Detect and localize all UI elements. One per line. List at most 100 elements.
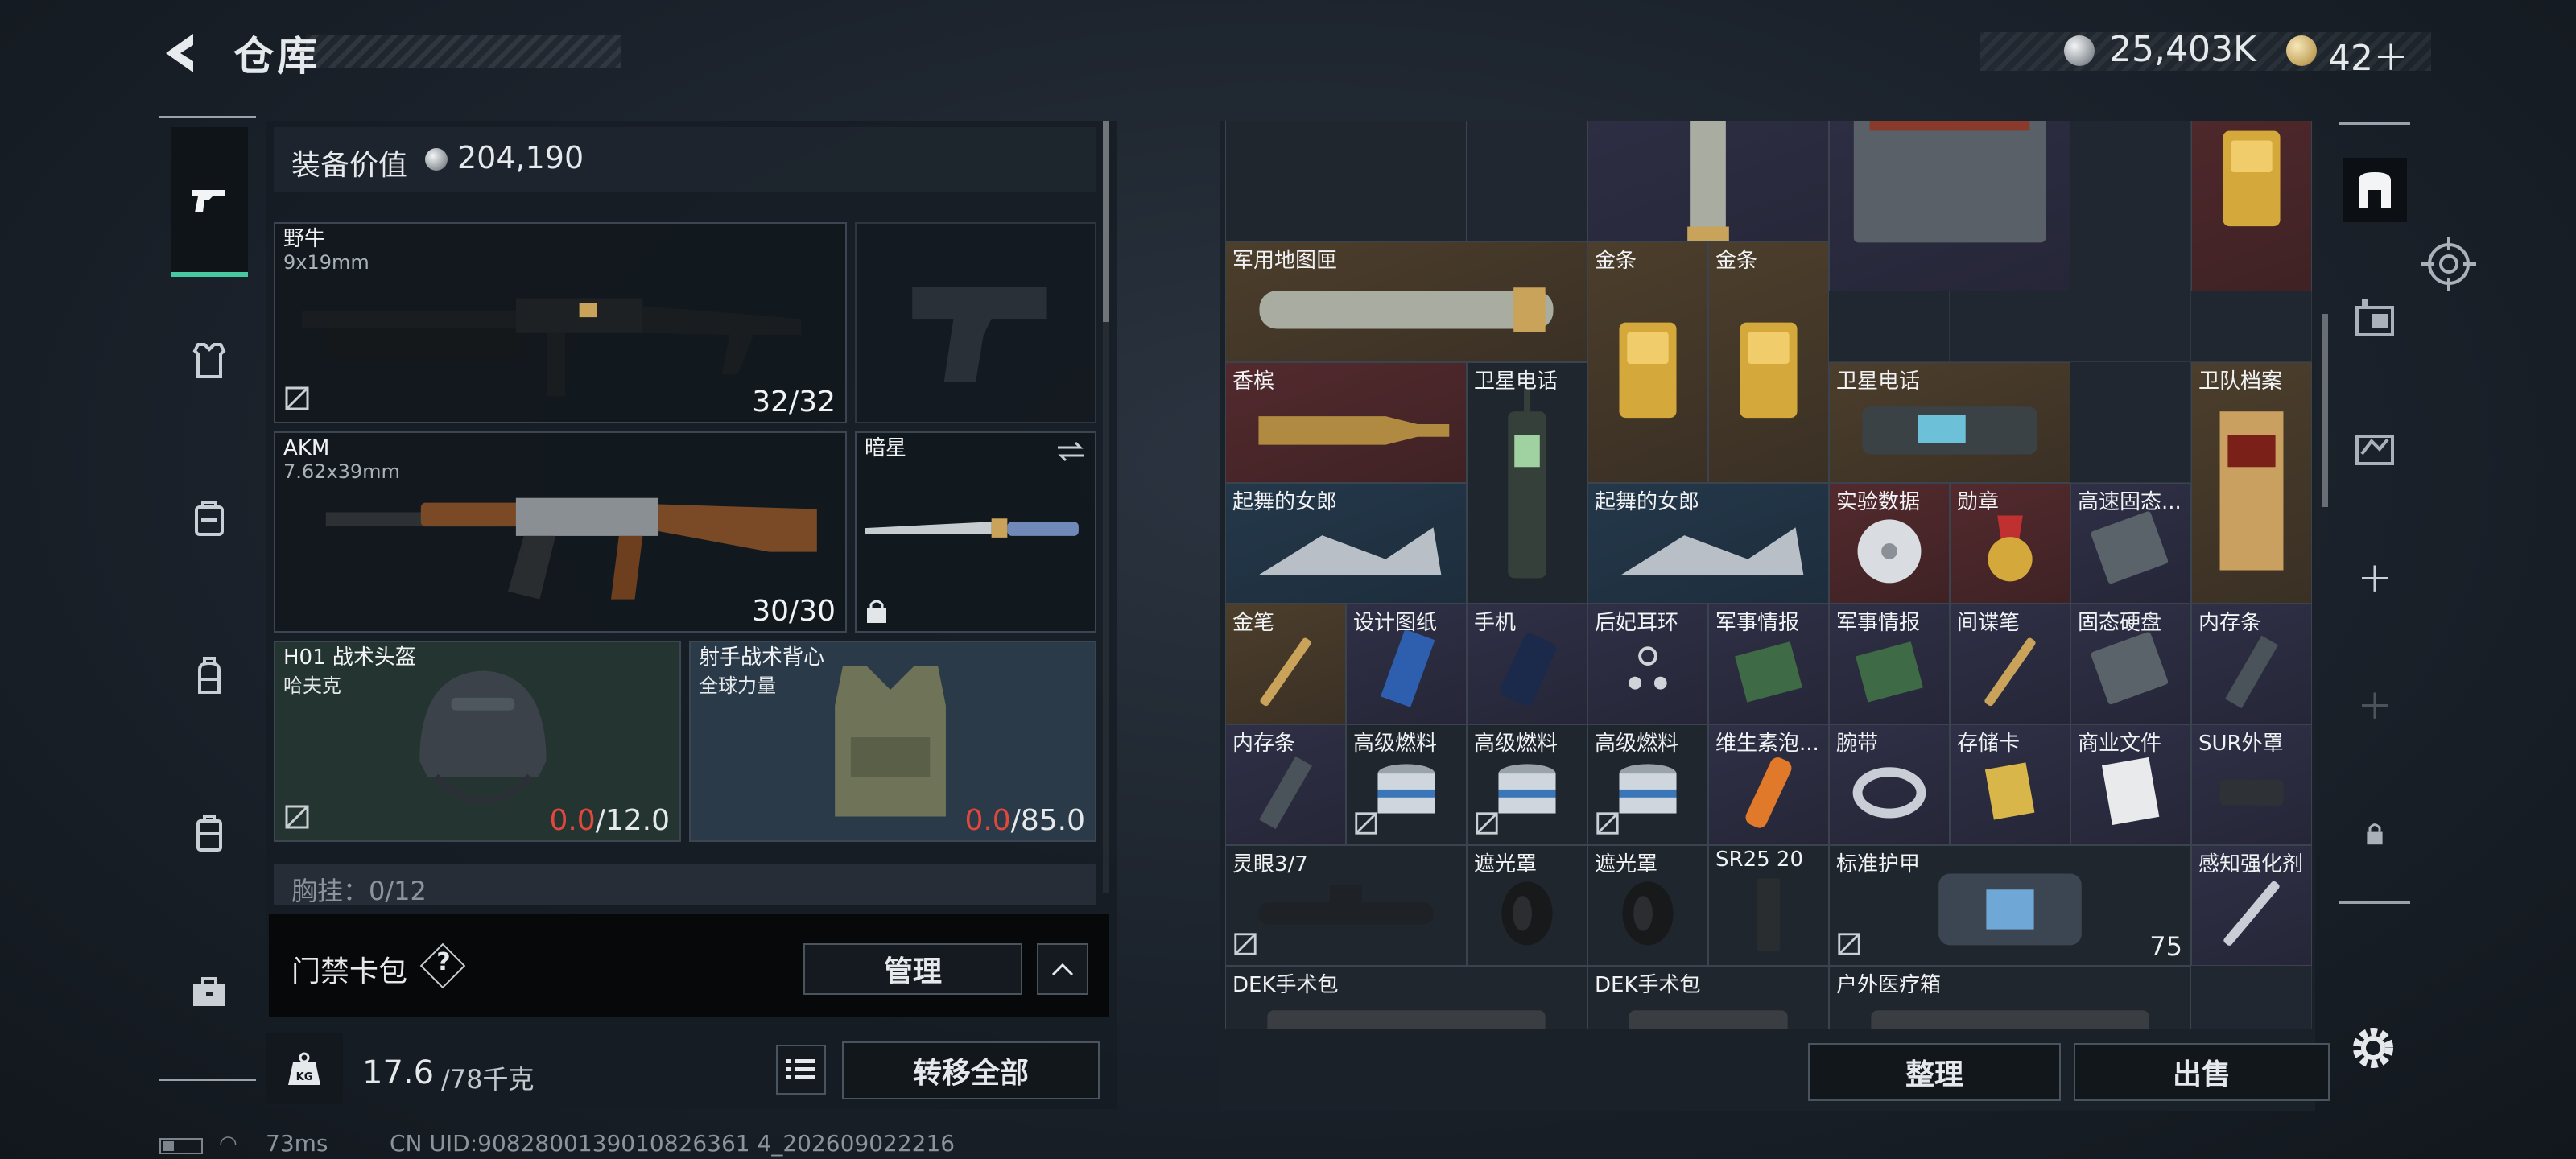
user-uid: CN UID:9082800139010826361 4_20260902221…: [390, 1130, 956, 1157]
stash-item[interactable]: 户外医疗箱: [1829, 966, 2191, 1029]
primary-weapon-slot[interactable]: 野牛 9x19mm 32/32: [274, 222, 847, 423]
stash-item[interactable]: 金条: [2191, 121, 2312, 291]
pistol-slot[interactable]: [855, 222, 1096, 423]
item-name: 军事情报: [1836, 611, 1921, 635]
stash-item[interactable]: 金条: [1587, 241, 1708, 483]
stash-item[interactable]: 卫队档案: [2191, 362, 2312, 604]
stash-item[interactable]: 勋章: [1950, 483, 2070, 604]
rig-icon: [195, 501, 224, 536]
stash-item[interactable]: 起舞的女郎: [1587, 483, 1829, 604]
item-name: 灵眼3/7: [1232, 852, 1308, 876]
helmet-slot[interactable]: H01 战术头盔 哈夫克 0.0/12.0: [274, 641, 681, 842]
stash-tab-all[interactable]: [2343, 158, 2407, 222]
item-name: 起舞的女郎: [1232, 490, 1338, 514]
stash-item[interactable]: 存储卡: [1950, 724, 2070, 845]
stash-item[interactable]: 实验数据: [1829, 483, 1950, 604]
item-name: 遮光罩: [1474, 852, 1538, 876]
locked-tab[interactable]: [2343, 802, 2407, 866]
item-name: 标准护甲: [1836, 852, 1921, 876]
nav-rig[interactable]: [171, 480, 248, 557]
stash-item[interactable]: 军事情报: [1708, 604, 1829, 724]
add-tab-button[interactable]: ＋: [2343, 544, 2407, 608]
stash-item[interactable]: 金条: [1708, 241, 1829, 483]
back-arrow-icon[interactable]: [158, 29, 206, 77]
stash-empty-cell[interactable]: [2191, 966, 2312, 1029]
manage-button[interactable]: 管理: [803, 943, 1022, 995]
vest-name: 射手战术背心: [699, 645, 825, 670]
backpack-icon: [198, 657, 221, 694]
stash-item[interactable]: 固态硬盘: [2070, 604, 2191, 724]
ticket-value[interactable]: 42＋: [2328, 29, 2409, 80]
secondary-weapon-slot[interactable]: AKM 7.62x39mm 30/30: [274, 431, 847, 633]
stash-item[interactable]: 高级燃料: [1346, 724, 1467, 845]
stash-item[interactable]: 高级燃料: [1467, 724, 1587, 845]
stash-item[interactable]: 香槟: [1225, 362, 1467, 483]
stash-nav-divider: [2339, 901, 2410, 904]
item-name: 起舞的女郎: [1595, 490, 1700, 514]
nav-armor[interactable]: [171, 322, 248, 399]
stash-item[interactable]: 卫星电话: [1467, 362, 1587, 604]
stash-item[interactable]: 灵眼3/7: [1225, 845, 1467, 966]
stash-item[interactable]: 腕带: [1829, 724, 1950, 845]
stash-item[interactable]: 内存条: [2191, 604, 2312, 724]
stash-item[interactable]: 军用地图匣: [1225, 241, 1587, 362]
ammo-type: 9x19mm: [283, 251, 369, 274]
stash-item[interactable]: 内存条: [1225, 724, 1346, 845]
loadout-scroll-thumb[interactable]: [1103, 121, 1109, 322]
stash-empty-cell[interactable]: [1467, 121, 1587, 241]
stash-empty-cell[interactable]: [2070, 362, 2191, 483]
stash-item[interactable]: 手机: [1467, 604, 1587, 724]
list-button[interactable]: [776, 1045, 826, 1095]
stash-item[interactable]: 金笔: [1225, 604, 1346, 724]
collapse-button[interactable]: [1037, 943, 1088, 995]
transfer-all-button[interactable]: 转移全部: [842, 1041, 1100, 1099]
sell-button[interactable]: 出售: [2074, 1043, 2330, 1101]
ammo-count: 30/30: [752, 595, 836, 628]
nav-backpack[interactable]: [171, 637, 248, 715]
stash-item[interactable]: 起舞的女郎: [1225, 483, 1467, 604]
item-name: DEK手术包: [1232, 973, 1339, 997]
stash-item[interactable]: 子弹零件中: [1829, 121, 2070, 291]
stash-item[interactable]: 遮光罩: [1587, 845, 1708, 966]
stash-empty-cell[interactable]: [2070, 121, 2191, 241]
stash-empty-cell[interactable]: [2070, 241, 2191, 362]
nav-weapons[interactable]: [171, 127, 248, 277]
stash-item[interactable]: 高级燃料: [1587, 724, 1708, 845]
target-icon[interactable]: [2418, 233, 2479, 295]
stash-item[interactable]: 间谍笔: [1950, 604, 2070, 724]
stash-item[interactable]: 军事情报: [1829, 604, 1950, 724]
vest-slot[interactable]: 射手战术背心 全球力量 0.0/85.0: [689, 641, 1096, 842]
stash-item[interactable]: DEK手术包: [1587, 966, 1829, 1029]
stash-tab-2[interactable]: [2343, 285, 2407, 349]
stash-item[interactable]: DEK手术包: [1225, 966, 1587, 1029]
title-decoration: [306, 35, 621, 68]
settings-icon[interactable]: [2346, 1021, 2401, 1075]
stash-item[interactable]: 设计图纸: [1346, 604, 1467, 724]
case-icon: [196, 815, 222, 852]
stash-item[interactable]: SR25 20: [1708, 845, 1829, 966]
sort-button[interactable]: 整理: [1808, 1043, 2061, 1101]
stash-item[interactable]: 后妃耳环: [1587, 604, 1708, 724]
item-name: 卫星电话: [1474, 369, 1558, 394]
weight-icon-box: KG: [266, 1033, 343, 1104]
stash-scrollbar[interactable]: [2322, 314, 2328, 507]
stash-item[interactable]: 标准护甲 75: [1829, 845, 2191, 966]
helmet-name: H01 战术头盔: [283, 645, 416, 670]
stash-tab-3[interactable]: [2343, 414, 2407, 478]
melee-slot[interactable]: 暗星: [855, 431, 1096, 633]
nav-toolbox[interactable]: [171, 953, 248, 1030]
item-name: 存储卡: [1957, 732, 2021, 756]
stash-item[interactable]: 高速固态...: [2070, 483, 2191, 604]
nav-case[interactable]: [171, 795, 248, 872]
gold-image: [1740, 322, 1798, 419]
weight-icon: KG: [288, 1052, 320, 1085]
stash-item[interactable]: 维生素泡...: [1708, 724, 1829, 845]
helmet-brand: 哈夫克: [283, 674, 341, 697]
stash-item[interactable]: 商业文件: [2070, 724, 2191, 845]
item-count: 75: [2149, 931, 2182, 962]
stash-item[interactable]: SUR外罩: [2191, 724, 2312, 845]
wifi-icon: ◠: [219, 1132, 237, 1156]
stash-item[interactable]: 卫星电话: [1829, 362, 2070, 483]
stash-item[interactable]: 遮光罩: [1467, 845, 1587, 966]
stash-item[interactable]: 感知强化剂: [2191, 845, 2312, 966]
